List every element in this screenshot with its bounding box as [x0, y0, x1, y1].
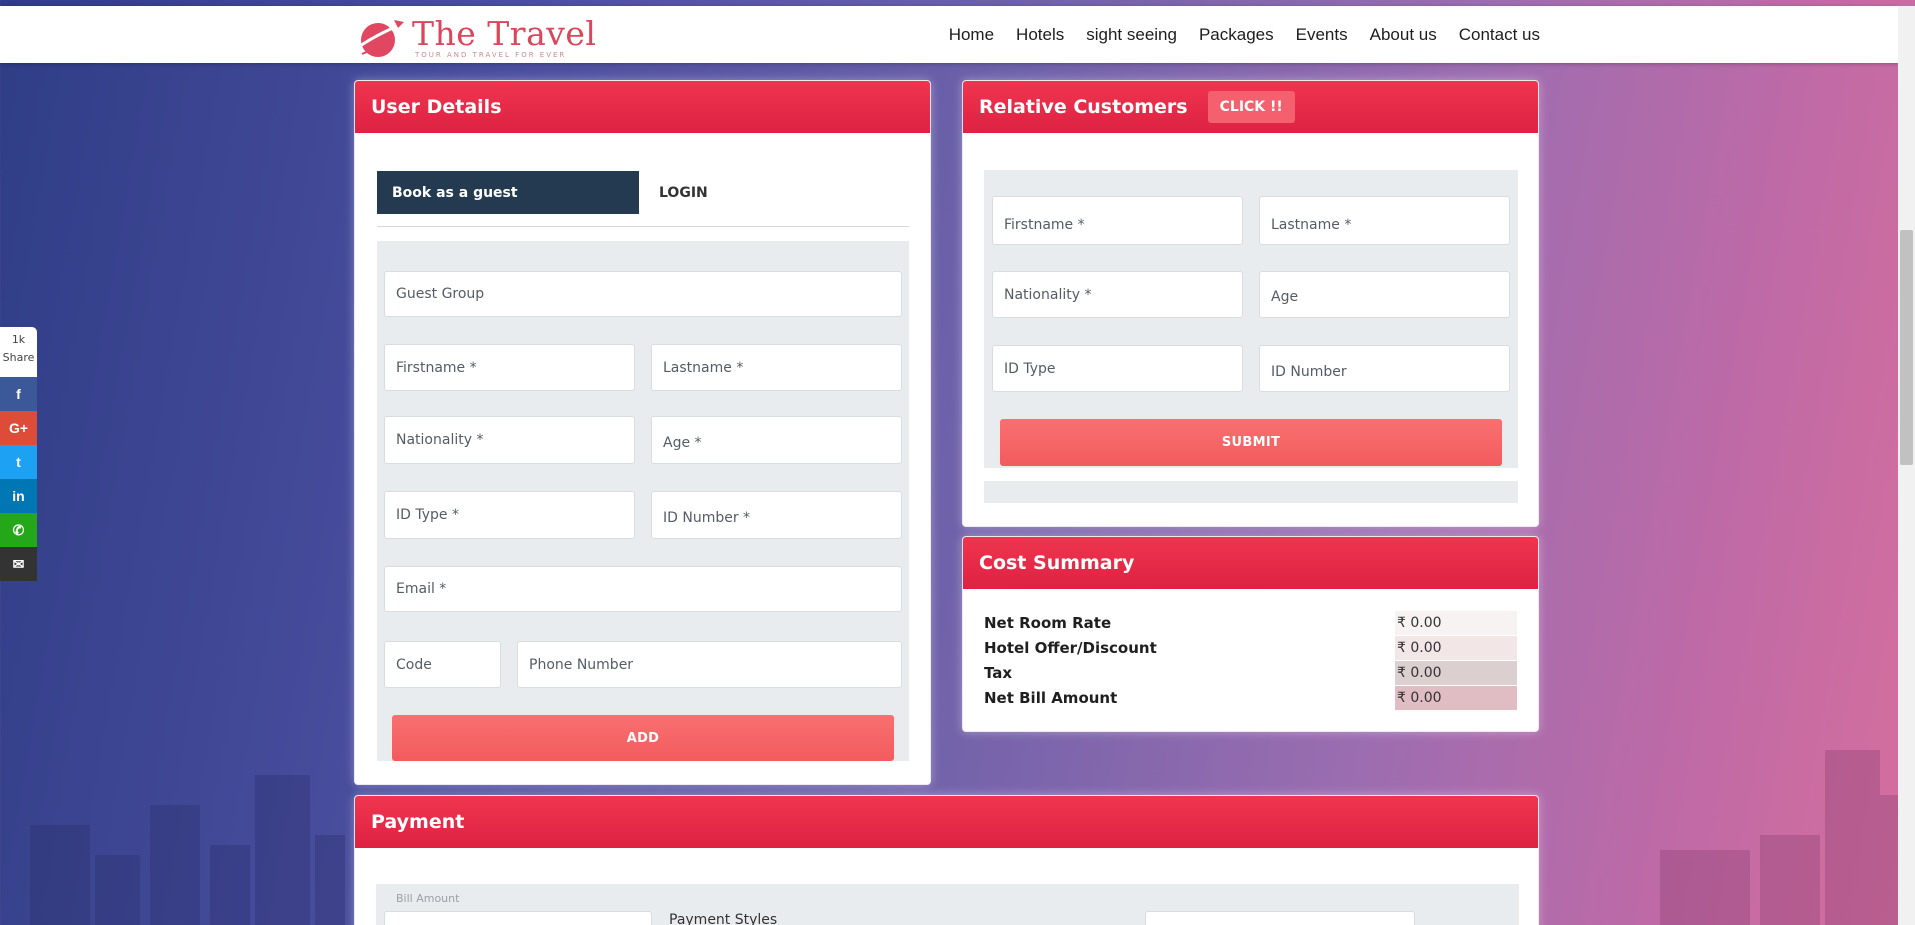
facebook-icon: f [16, 386, 21, 402]
relative-lastname-input[interactable]: Lastname * [1259, 196, 1510, 245]
email-icon: ✉ [12, 555, 25, 572]
nav-events[interactable]: Events [1296, 25, 1348, 45]
tab-divider [377, 226, 909, 227]
guest-id-type-select[interactable]: ID Type * [384, 491, 635, 539]
phone-code-placeholder: Code [396, 656, 432, 673]
phone-number-placeholder: Phone Number [529, 656, 634, 673]
cost-value: ₹ 0.00 [1395, 685, 1517, 710]
cost-summary-title: Cost Summary [963, 537, 1538, 589]
nav-hotels[interactable]: Hotels [1016, 25, 1064, 45]
relative-nationality-placeholder: Nationality * [1004, 286, 1092, 303]
social-share-bar: 1k Share f G+ t in ✆ ✉ [0, 327, 37, 581]
submit-relative-button[interactable]: SUBMIT [1000, 419, 1502, 466]
payment-panel: Payment Bill Amount Payment Styles [354, 795, 1539, 925]
cost-row-net-room-rate: Net Room Rate ₹ 0.00 [984, 610, 1517, 635]
guest-id-type-placeholder: ID Type * [396, 507, 459, 523]
linkedin-share-button[interactable]: in [0, 479, 37, 513]
guest-lastname-input[interactable]: Lastname * [651, 344, 902, 391]
nav-home[interactable]: Home [949, 25, 994, 45]
cost-label: Net Bill Amount [984, 688, 1118, 707]
guest-age-placeholder: Age * [663, 435, 702, 451]
share-count: 1k [11, 333, 26, 346]
relative-id-type-select[interactable]: ID Type [992, 345, 1243, 392]
cost-row-tax: Tax ₹ 0.00 [984, 660, 1517, 685]
relative-age-placeholder: Age [1271, 288, 1299, 305]
relative-customers-title: Relative Customers [979, 96, 1188, 118]
tab-login-label: LOGIN [659, 184, 708, 201]
phone-number-input[interactable]: Phone Number [517, 641, 902, 688]
nav-contact-us[interactable]: Contact us [1459, 25, 1540, 45]
nav-packages[interactable]: Packages [1199, 25, 1274, 45]
tab-login[interactable]: LOGIN [659, 171, 708, 214]
relative-form-footer-strip [984, 481, 1518, 503]
linkedin-icon: in [12, 488, 25, 504]
guest-id-number-placeholder: ID Number * [663, 510, 751, 526]
email-share-button[interactable]: ✉ [0, 547, 37, 581]
guest-email-placeholder: Email * [396, 581, 447, 597]
payment-styles-label: Payment Styles [669, 912, 778, 925]
relative-customers-panel: Relative Customers CLICK !! Firstname * … [962, 80, 1539, 527]
cost-value: ₹ 0.00 [1395, 635, 1517, 660]
relative-id-number-input[interactable]: ID Number [1259, 345, 1510, 392]
user-details-title: User Details [355, 81, 930, 133]
whatsapp-share-button[interactable]: ✆ [0, 513, 37, 547]
relative-nationality-select[interactable]: Nationality * [992, 271, 1243, 318]
bill-amount-input[interactable] [384, 911, 652, 925]
guest-email-input[interactable]: Email * [384, 566, 902, 612]
user-details-panel: User Details Book as a guest LOGIN Guest… [354, 80, 931, 785]
cost-label: Tax [984, 663, 1013, 682]
twitter-share-button[interactable]: t [0, 445, 37, 479]
guest-age-input[interactable]: Age * [651, 416, 902, 464]
guest-group-placeholder: Guest Group [396, 286, 485, 302]
top-navbar: The Travel TOUR AND TRAVEL FOR EVER Home… [0, 6, 1898, 63]
click-button-label: CLICK !! [1219, 99, 1283, 115]
guest-firstname-input[interactable]: Firstname * [384, 344, 635, 391]
relative-customers-header: Relative Customers CLICK !! [963, 81, 1538, 133]
relative-id-type-placeholder: ID Type [1004, 360, 1056, 377]
tab-book-as-guest[interactable]: Book as a guest [377, 171, 639, 214]
guest-nationality-select[interactable]: Nationality * [384, 416, 635, 464]
main-nav: Home Hotels sight seeing Packages Events… [949, 6, 1540, 63]
share-label: Share [2, 351, 35, 364]
relative-id-number-placeholder: ID Number [1271, 363, 1347, 380]
cost-row-hotel-offer-discount: Hotel Offer/Discount ₹ 0.00 [984, 635, 1517, 660]
tab-book-as-guest-label: Book as a guest [392, 184, 518, 201]
guest-group-select[interactable]: Guest Group [384, 271, 902, 317]
twitter-icon: t [16, 454, 21, 470]
cost-summary-panel: Cost Summary Net Room Rate ₹ 0.00 Hotel … [962, 536, 1539, 732]
cost-row-net-bill-amount: Net Bill Amount ₹ 0.00 [984, 685, 1517, 710]
nav-sight-seeing[interactable]: sight seeing [1086, 25, 1177, 45]
cost-label: Net Room Rate [984, 613, 1112, 632]
airplane-globe-logo-icon [359, 20, 404, 57]
page-scrollbar[interactable] [1898, 6, 1915, 925]
add-guest-button[interactable]: ADD [392, 715, 894, 761]
phone-code-input[interactable]: Code [384, 641, 501, 688]
payment-title: Payment [355, 796, 1538, 848]
facebook-share-button[interactable]: f [0, 377, 37, 411]
guest-id-number-input[interactable]: ID Number * [651, 491, 902, 539]
scrollbar-thumb[interactable] [1900, 230, 1913, 465]
nav-about-us[interactable]: About us [1370, 25, 1437, 45]
submit-relative-button-label: SUBMIT [1221, 435, 1281, 450]
relative-firstname-placeholder: Firstname * [1004, 216, 1085, 233]
relative-firstname-input[interactable]: Firstname * [992, 196, 1243, 245]
payment-style-select[interactable] [1145, 911, 1415, 925]
site-logo[interactable]: The Travel TOUR AND TRAVEL FOR EVER [354, 16, 596, 60]
bill-amount-label: Bill Amount [396, 892, 460, 905]
relative-lastname-placeholder: Lastname * [1271, 216, 1352, 233]
google-plus-share-button[interactable]: G+ [0, 411, 37, 445]
cost-value: ₹ 0.00 [1395, 660, 1517, 685]
relative-age-input[interactable]: Age [1259, 271, 1510, 318]
share-counter: 1k Share [0, 327, 37, 377]
logo-title: The Travel [412, 14, 597, 53]
click-button[interactable]: CLICK !! [1207, 91, 1295, 123]
add-guest-button-label: ADD [626, 730, 660, 746]
google-plus-icon: G+ [8, 420, 29, 436]
guest-lastname-placeholder: Lastname * [663, 359, 744, 376]
cost-label: Hotel Offer/Discount [984, 638, 1157, 657]
whatsapp-icon: ✆ [12, 521, 25, 538]
guest-firstname-placeholder: Firstname * [396, 359, 477, 376]
guest-nationality-placeholder: Nationality * [396, 432, 484, 448]
cost-value: ₹ 0.00 [1395, 610, 1517, 635]
